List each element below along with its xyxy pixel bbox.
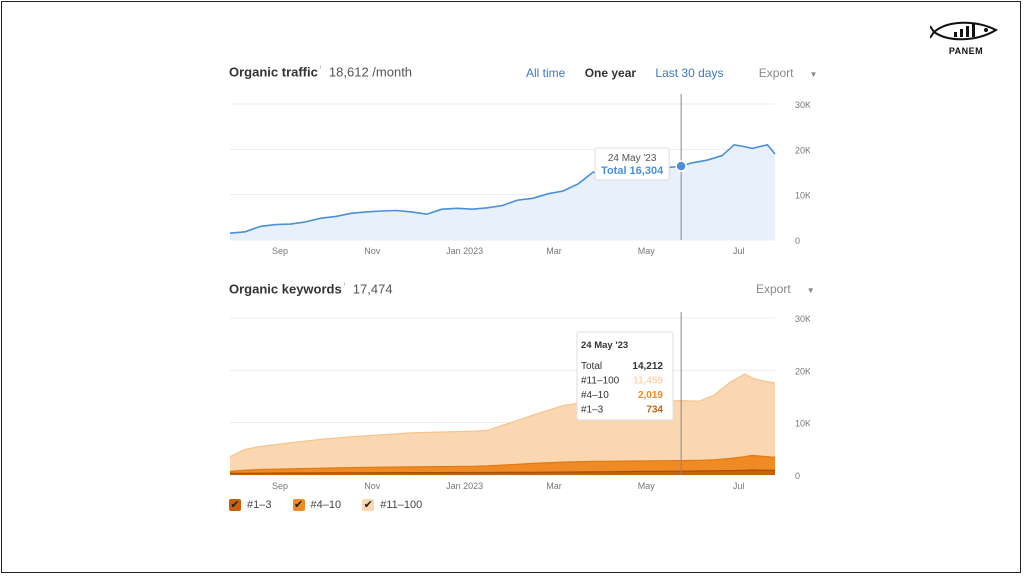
tooltip-row-value: 2,019 bbox=[638, 390, 663, 401]
x-tick-label: May bbox=[638, 246, 656, 256]
x-tick-label: Sep bbox=[272, 246, 288, 256]
tooltip-row-value: 11,459 bbox=[633, 376, 663, 387]
tooltip-row-label: #11–100 bbox=[581, 376, 620, 387]
tooltip-row-value: 14,212 bbox=[632, 361, 663, 372]
x-tick-label: Sep bbox=[272, 481, 288, 491]
info-icon[interactable]: ⁱ bbox=[344, 281, 345, 290]
y-tick-label: 0 bbox=[795, 236, 800, 246]
y-tick-label: 20K bbox=[795, 366, 810, 376]
y-tick-label: 20K bbox=[795, 145, 810, 155]
export-label: Export bbox=[758, 66, 794, 80]
y-tick-label: 10K bbox=[795, 191, 810, 201]
x-tick-label: Jul bbox=[733, 481, 745, 491]
x-tick-label: Mar bbox=[546, 246, 562, 256]
range-one-year[interactable]: One year bbox=[585, 66, 636, 80]
x-tick-label: Nov bbox=[364, 481, 381, 491]
legend-label: #1–3 bbox=[247, 499, 272, 511]
legend-label: #11–100 bbox=[380, 499, 423, 511]
checkbox-icon[interactable]: ✔ bbox=[362, 499, 375, 511]
range-toolbar: All time One year Last 30 days Export ▼ bbox=[510, 66, 817, 80]
keywords-header: Organic keywords ⁱ 17,474 bbox=[229, 281, 393, 301]
x-tick-label: May bbox=[638, 481, 656, 491]
checkbox-icon[interactable]: ✔ bbox=[292, 499, 305, 511]
legend-item-1-3[interactable]: ✔ #1–3 bbox=[229, 499, 271, 511]
crosshair-point bbox=[675, 160, 687, 172]
y-tick-label: 30K bbox=[795, 314, 810, 324]
x-tick-label: Nov bbox=[364, 246, 381, 256]
tooltip-row-value: 734 bbox=[646, 405, 663, 416]
x-tick-label: Mar bbox=[546, 481, 562, 491]
legend-item-11-100[interactable]: ✔ #11–100 bbox=[362, 499, 422, 511]
tooltip-date: 24 May '23 bbox=[581, 340, 628, 351]
tooltip-date: 24 May '23 bbox=[608, 153, 657, 164]
legend-item-4-10[interactable]: ✔ #4–10 bbox=[292, 499, 342, 511]
caret-down-icon: ▼ bbox=[806, 286, 815, 295]
fish-logo-icon bbox=[929, 21, 999, 41]
x-tick-label: Jul bbox=[733, 246, 745, 256]
keywords-toolbar: Export ▼ bbox=[724, 282, 815, 296]
keywords-value: 17,474 bbox=[352, 281, 393, 297]
y-tick-label: 30K bbox=[795, 100, 810, 110]
tooltip-total: Total 16,304 bbox=[601, 165, 664, 177]
x-tick-label: Jan 2023 bbox=[446, 481, 483, 491]
traffic-header: Organic traffic ⁱ 18,612 /month bbox=[229, 64, 412, 84]
keywords-export-button[interactable]: Export ▼ bbox=[740, 282, 815, 296]
range-last-30-days[interactable]: Last 30 days bbox=[655, 66, 723, 80]
tooltip-row-label: #4–10 bbox=[581, 390, 609, 401]
brand-name: PANEM bbox=[948, 46, 984, 56]
checkbox-icon[interactable]: ✔ bbox=[229, 499, 241, 511]
range-all-time[interactable]: All time bbox=[526, 66, 565, 80]
y-tick-label: 10K bbox=[795, 419, 810, 429]
export-label: Export bbox=[756, 282, 791, 296]
tooltip-row-label: Total bbox=[581, 361, 602, 372]
panem-logo: PANEM bbox=[929, 18, 1002, 62]
tooltip-row-label: #1–3 bbox=[581, 405, 604, 416]
traffic-value: 18,612 /month bbox=[328, 64, 413, 80]
traffic-title: Organic traffic bbox=[229, 64, 318, 80]
info-icon[interactable]: ⁱ bbox=[320, 64, 321, 73]
traffic-export-button[interactable]: Export ▼ bbox=[743, 66, 818, 80]
y-tick-label: 0 bbox=[795, 471, 800, 481]
x-tick-label: Jan 2023 bbox=[446, 246, 483, 256]
traffic-chart: 30K 20K 10K 0 Sep Nov Jan 2023 Mar May Jul 24 May … bbox=[229, 94, 810, 256]
keywords-chart: 30K 20K 10K 0 Sep Nov Jan 2023 Mar May Jul 24 May … bbox=[229, 312, 810, 491]
legend-label: #4–10 bbox=[310, 499, 342, 511]
caret-down-icon: ▼ bbox=[809, 70, 818, 79]
keywords-title: Organic keywords bbox=[229, 281, 342, 297]
keywords-legend: ✔ #1–3 ✔ #4–10 ✔ #11–100 bbox=[229, 499, 440, 511]
traffic-area bbox=[230, 144, 775, 240]
